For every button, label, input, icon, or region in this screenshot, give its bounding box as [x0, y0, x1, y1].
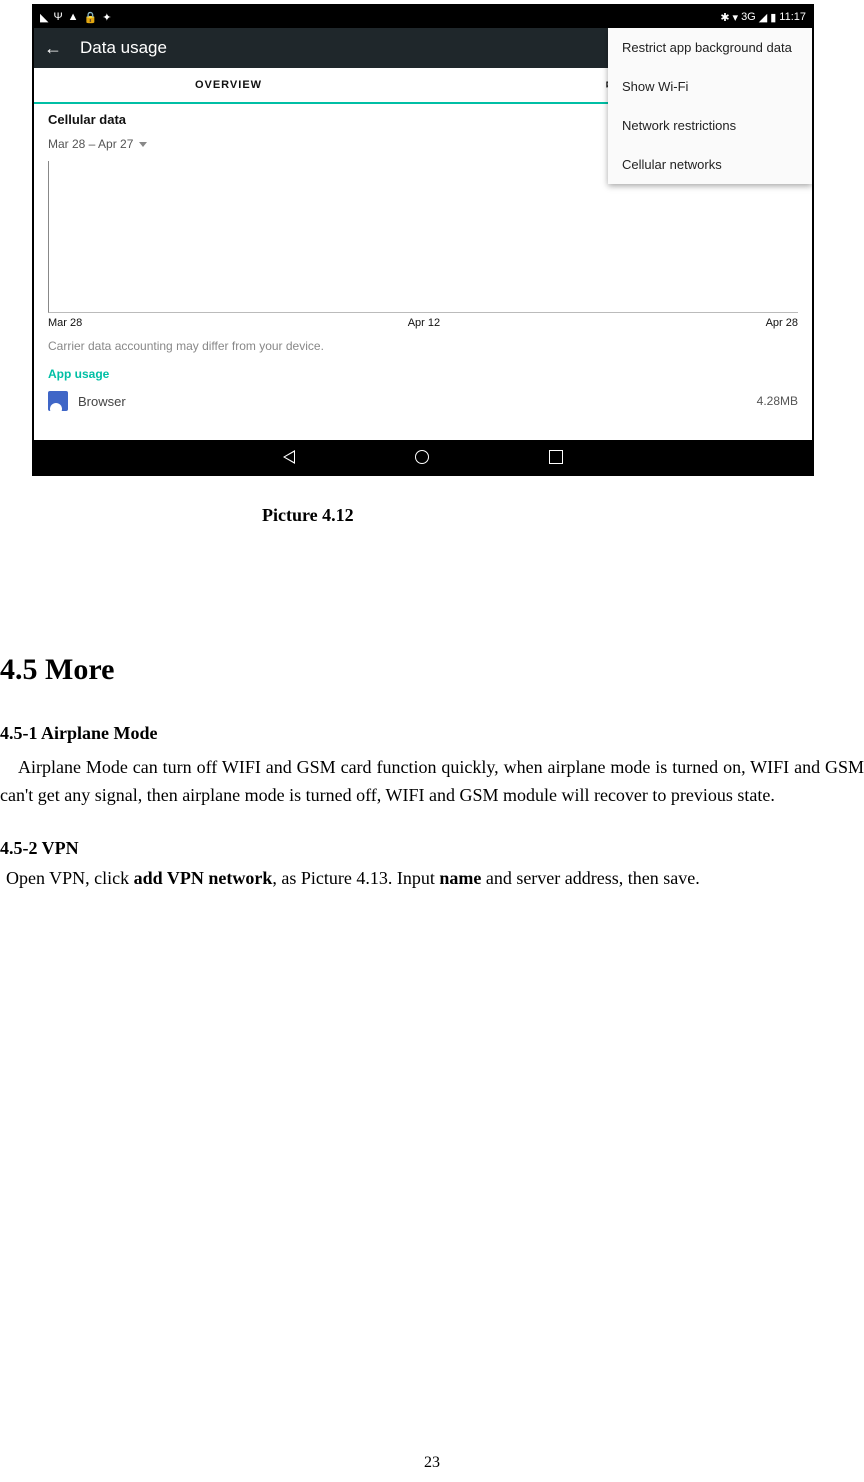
date-range-label: Mar 28 – Apr 27 — [48, 137, 133, 151]
app-row-browser[interactable]: Browser 4.28MB — [48, 391, 798, 411]
debug-icon: ✦ — [102, 11, 111, 24]
nav-recent-icon[interactable] — [549, 450, 563, 464]
browser-icon — [48, 391, 68, 411]
heading-4-5: 4.5 More — [0, 653, 114, 687]
network-type: 3G — [741, 11, 756, 23]
x-label-right: Apr 28 — [766, 317, 798, 329]
subheading-vpn: 4.5-2 VPN — [0, 838, 79, 859]
nav-bar — [34, 440, 812, 474]
app-usage-link[interactable]: App usage — [48, 367, 798, 381]
subheading-airplane-mode: 4.5-1 Airplane Mode — [0, 723, 158, 744]
signal-icon: ◢ — [759, 11, 767, 24]
menu-show-wifi[interactable]: Show Wi-Fi — [608, 67, 812, 106]
usb-icon: Ψ — [53, 11, 62, 23]
menu-cellular-networks[interactable]: Cellular networks — [608, 145, 812, 184]
status-left: ◣ Ψ ▲ 🔒 ✦ — [40, 11, 111, 24]
vpn-bold-2: name — [439, 868, 481, 888]
paragraph-vpn: Open VPN, click add VPN network, as Pict… — [6, 868, 864, 889]
page-number: 23 — [0, 1454, 864, 1472]
nav-home-icon[interactable] — [415, 450, 429, 464]
android-screenshot: ◣ Ψ ▲ 🔒 ✦ ✱ ▾ 3G ◢ ▮ 11:17 ← Data usage … — [32, 4, 814, 476]
menu-network-restrictions[interactable]: Network restrictions — [608, 106, 812, 145]
vpn-text-2: , as Picture 4.13. Input — [272, 868, 439, 888]
app-size: 4.28MB — [757, 394, 798, 408]
carrier-note: Carrier data accounting may differ from … — [48, 339, 798, 353]
menu-restrict-bg-data[interactable]: Restrict app background data — [608, 28, 812, 67]
bluetooth-icon: ✱ — [720, 11, 729, 24]
app-name: Browser — [78, 394, 126, 409]
tab-overview[interactable]: OVERVIEW — [34, 68, 423, 102]
wifi-icon: ▾ — [733, 11, 739, 24]
paragraph-airplane-mode: Airplane Mode can turn off WIFI and GSM … — [0, 754, 864, 810]
x-label-mid: Apr 12 — [408, 317, 440, 329]
x-label-left: Mar 28 — [48, 317, 82, 329]
clock: 11:17 — [779, 11, 806, 23]
battery-icon: ▮ — [770, 11, 776, 24]
back-icon[interactable]: ← — [44, 38, 62, 59]
chart-x-labels: Mar 28 Apr 12 Apr 28 — [48, 317, 798, 329]
figure-caption: Picture 4.12 — [262, 505, 354, 526]
warning-icon: ▲ — [68, 11, 79, 23]
vpn-text-1: Open VPN, click — [6, 868, 134, 888]
vpn-text-3: and server address, then save. — [481, 868, 699, 888]
screen-title: Data usage — [80, 38, 167, 58]
overflow-menu: Restrict app background data Show Wi-Fi … — [608, 28, 812, 184]
status-bar: ◣ Ψ ▲ 🔒 ✦ ✱ ▾ 3G ◢ ▮ 11:17 — [34, 6, 812, 28]
chevron-down-icon — [139, 142, 147, 147]
lock-icon: 🔒 — [84, 11, 98, 24]
menu-icon: ◣ — [40, 11, 48, 24]
status-right: ✱ ▾ 3G ◢ ▮ 11:17 — [720, 11, 806, 24]
nav-back-icon[interactable] — [283, 450, 295, 464]
vpn-bold-1: add VPN network — [134, 868, 273, 888]
